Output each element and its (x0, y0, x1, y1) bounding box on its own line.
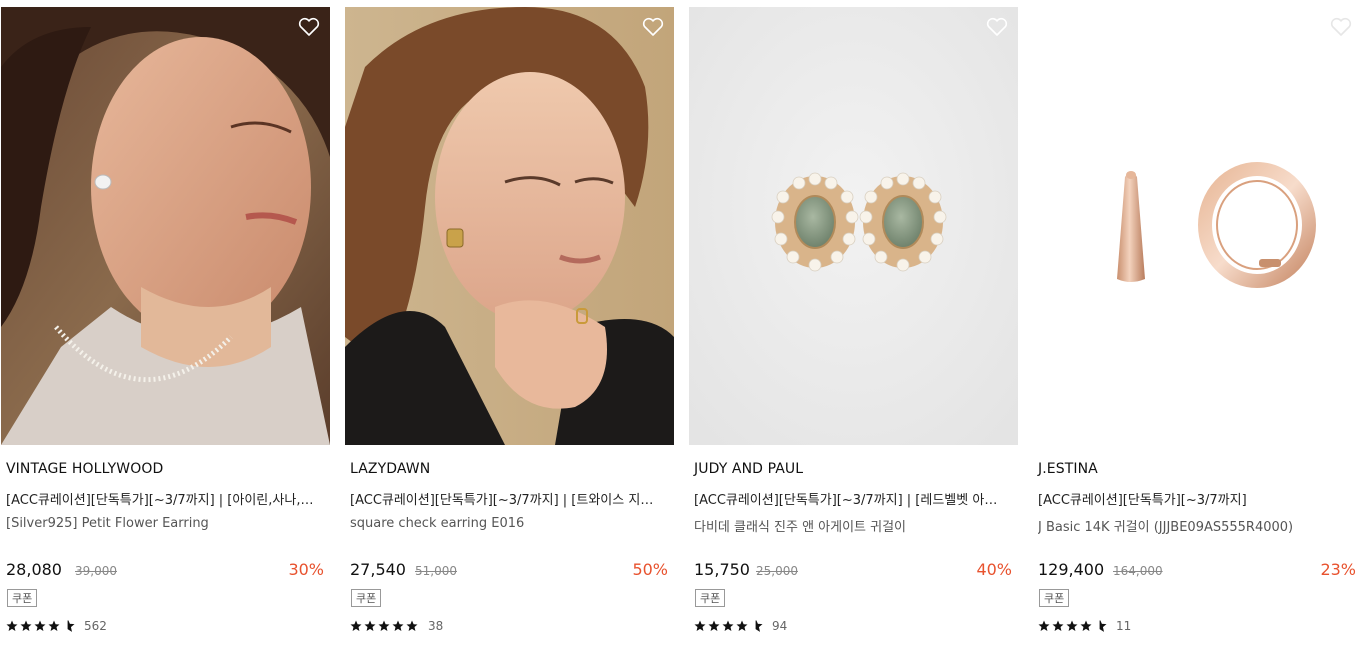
product-name[interactable]: square check earring E016 (350, 516, 664, 531)
product-photo (1033, 7, 1362, 445)
original-price: 51,000 (415, 564, 457, 578)
rating: 11 (1038, 619, 1131, 633)
brand-name[interactable]: J.ESTINA (1038, 461, 1098, 477)
product-name[interactable]: J Basic 14K 귀걸이 (JJJBE09AS555R4000) (1038, 516, 1352, 535)
coupon-badge: 쿠폰 (1039, 589, 1070, 607)
promo-text[interactable]: [ACC큐레이션][단독특가][~3/7까지] | [트와이스 지효, 아이브 … (350, 489, 664, 508)
original-price: 164,000 (1113, 564, 1163, 578)
product-photo (1, 7, 330, 445)
discount-rate: 30% (288, 560, 324, 579)
wishlist-heart-icon[interactable] (298, 17, 320, 37)
review-count[interactable]: 11 (1116, 619, 1131, 633)
product-name[interactable]: 다비데 클래식 진주 앤 아게이트 귀걸이 (694, 516, 1008, 535)
sale-price: 15,750 (694, 560, 750, 579)
brand-name[interactable]: JUDY AND PAUL (694, 461, 803, 477)
wishlist-heart-icon[interactable] (986, 17, 1008, 37)
discount-rate: 50% (632, 560, 668, 579)
wishlist-heart-icon[interactable] (1330, 17, 1352, 37)
star-rating-icons (694, 620, 763, 632)
product-image[interactable] (1033, 7, 1362, 445)
star-rating-icons (6, 620, 75, 632)
rating: 562 (6, 619, 107, 633)
review-count[interactable]: 94 (772, 619, 787, 633)
product-card[interactable]: J.ESTINA [ACC큐레이션][단독특가][~3/7까지] J Basic… (1033, 7, 1362, 647)
product-photo (689, 7, 1018, 445)
product-grid: VINTAGE HOLLYWOOD [ACC큐레이션][단독특가][~3/7까지… (0, 7, 1370, 667)
product-name[interactable]: [Silver925] Petit Flower Earring (6, 516, 320, 531)
discount-rate: 23% (1320, 560, 1356, 579)
review-count[interactable]: 38 (428, 619, 443, 633)
product-image[interactable] (345, 7, 674, 445)
original-price: 39,000 (75, 564, 117, 578)
discount-rate: 40% (976, 560, 1012, 579)
review-count[interactable]: 562 (84, 619, 107, 633)
coupon-badge: 쿠폰 (351, 589, 382, 607)
coupon-badge: 쿠폰 (695, 589, 726, 607)
product-card[interactable]: VINTAGE HOLLYWOOD [ACC큐레이션][단독특가][~3/7까지… (1, 7, 330, 647)
sale-price: 129,400 (1038, 560, 1105, 579)
sale-price: 27,540 (350, 560, 406, 579)
promo-text[interactable]: [ACC큐레이션][단독특가][~3/7까지] | [레드벨벳 아이린 착용] (694, 489, 1008, 508)
brand-name[interactable]: VINTAGE HOLLYWOOD (6, 461, 163, 477)
sale-price: 28,080 (6, 560, 62, 579)
promo-text[interactable]: [ACC큐레이션][단독특가][~3/7까지] | [아이린,사나,장원영,솔라… (6, 489, 320, 508)
original-price: 25,000 (756, 564, 798, 578)
rating: 94 (694, 619, 787, 633)
coupon-badge: 쿠폰 (7, 589, 38, 607)
brand-name[interactable]: LAZYDAWN (350, 461, 430, 477)
star-rating-icons (1038, 620, 1107, 632)
rating: 38 (350, 619, 443, 633)
product-image[interactable] (689, 7, 1018, 445)
product-image[interactable] (1, 7, 330, 445)
wishlist-heart-icon[interactable] (642, 17, 664, 37)
product-photo (345, 7, 674, 445)
product-card[interactable]: JUDY AND PAUL [ACC큐레이션][단독특가][~3/7까지] | … (689, 7, 1018, 647)
promo-text[interactable]: [ACC큐레이션][단독특가][~3/7까지] (1038, 489, 1352, 508)
product-card[interactable]: LAZYDAWN [ACC큐레이션][단독특가][~3/7까지] | [트와이스… (345, 7, 674, 647)
star-rating-icons (350, 620, 418, 631)
